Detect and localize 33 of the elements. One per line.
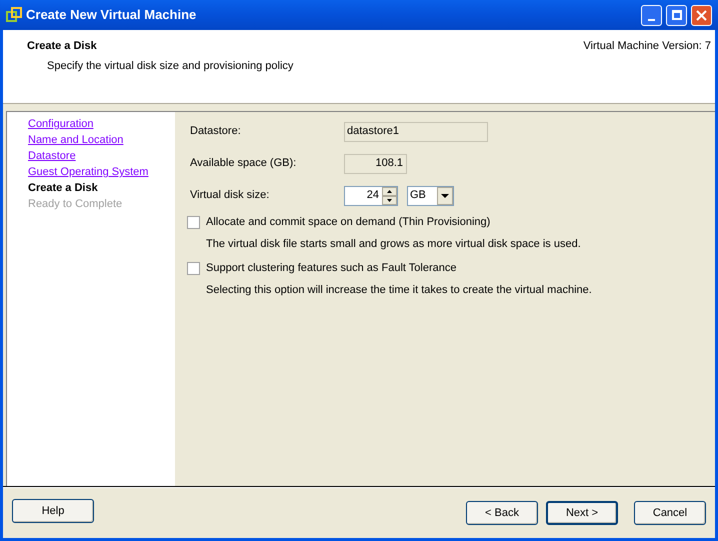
- field-label: Datastore:: [189, 124, 242, 140]
- next-button[interactable]: Next >: [546, 501, 618, 525]
- option-description: Selecting this option will increase the time it takes to create the virtual machine.: [206, 282, 592, 298]
- step-link[interactable]: Configuration: [28, 118, 94, 131]
- datastore-field: datastore1: [344, 122, 488, 142]
- page-title: Create a Disk: [27, 39, 97, 54]
- step-link[interactable]: Guest Operating System: [28, 166, 148, 179]
- window-title: Create New Virtual Machine: [26, 6, 198, 24]
- available-space-field: 108.1: [344, 154, 407, 174]
- spin-arrows-icon[interactable]: [382, 186, 397, 204]
- unit-dropdown[interactable]: GB: [407, 186, 454, 206]
- help-button[interactable]: Help: [12, 499, 94, 523]
- option-description: The virtual disk file starts small and grows as more virtual disk space is used.: [206, 236, 581, 252]
- step-link[interactable]: Create a Disk: [28, 182, 98, 195]
- maximize-button[interactable]: [666, 4, 687, 26]
- option-label[interactable]: Support clustering features such as Fault Tolerance: [206, 260, 456, 276]
- app-icon: [6, 7, 22, 23]
- checkbox[interactable]: [187, 262, 200, 275]
- step-link[interactable]: Datastore: [28, 150, 76, 163]
- field-label: Available space (GB):: [189, 156, 298, 172]
- cancel-button[interactable]: Cancel: [634, 501, 706, 525]
- step-link[interactable]: Name and Location: [28, 134, 124, 147]
- step-link: Ready to Complete: [28, 198, 122, 211]
- close-icon[interactable]: [696, 10, 707, 20]
- back-button[interactable]: < Back: [466, 501, 538, 525]
- close-button[interactable]: [691, 4, 712, 26]
- version-label: Virtual Machine Version: 7: [583, 39, 711, 54]
- page-subtitle: Specify the virtual disk size and provisioning policy: [47, 58, 294, 74]
- checkbox[interactable]: [187, 216, 200, 229]
- disk-size-spinner[interactable]: 24: [344, 186, 398, 206]
- field-label: Virtual disk size:: [189, 188, 270, 204]
- option-label[interactable]: Allocate and commit space on demand (Thin Provisioning): [206, 214, 490, 230]
- minimize-button[interactable]: [641, 4, 662, 26]
